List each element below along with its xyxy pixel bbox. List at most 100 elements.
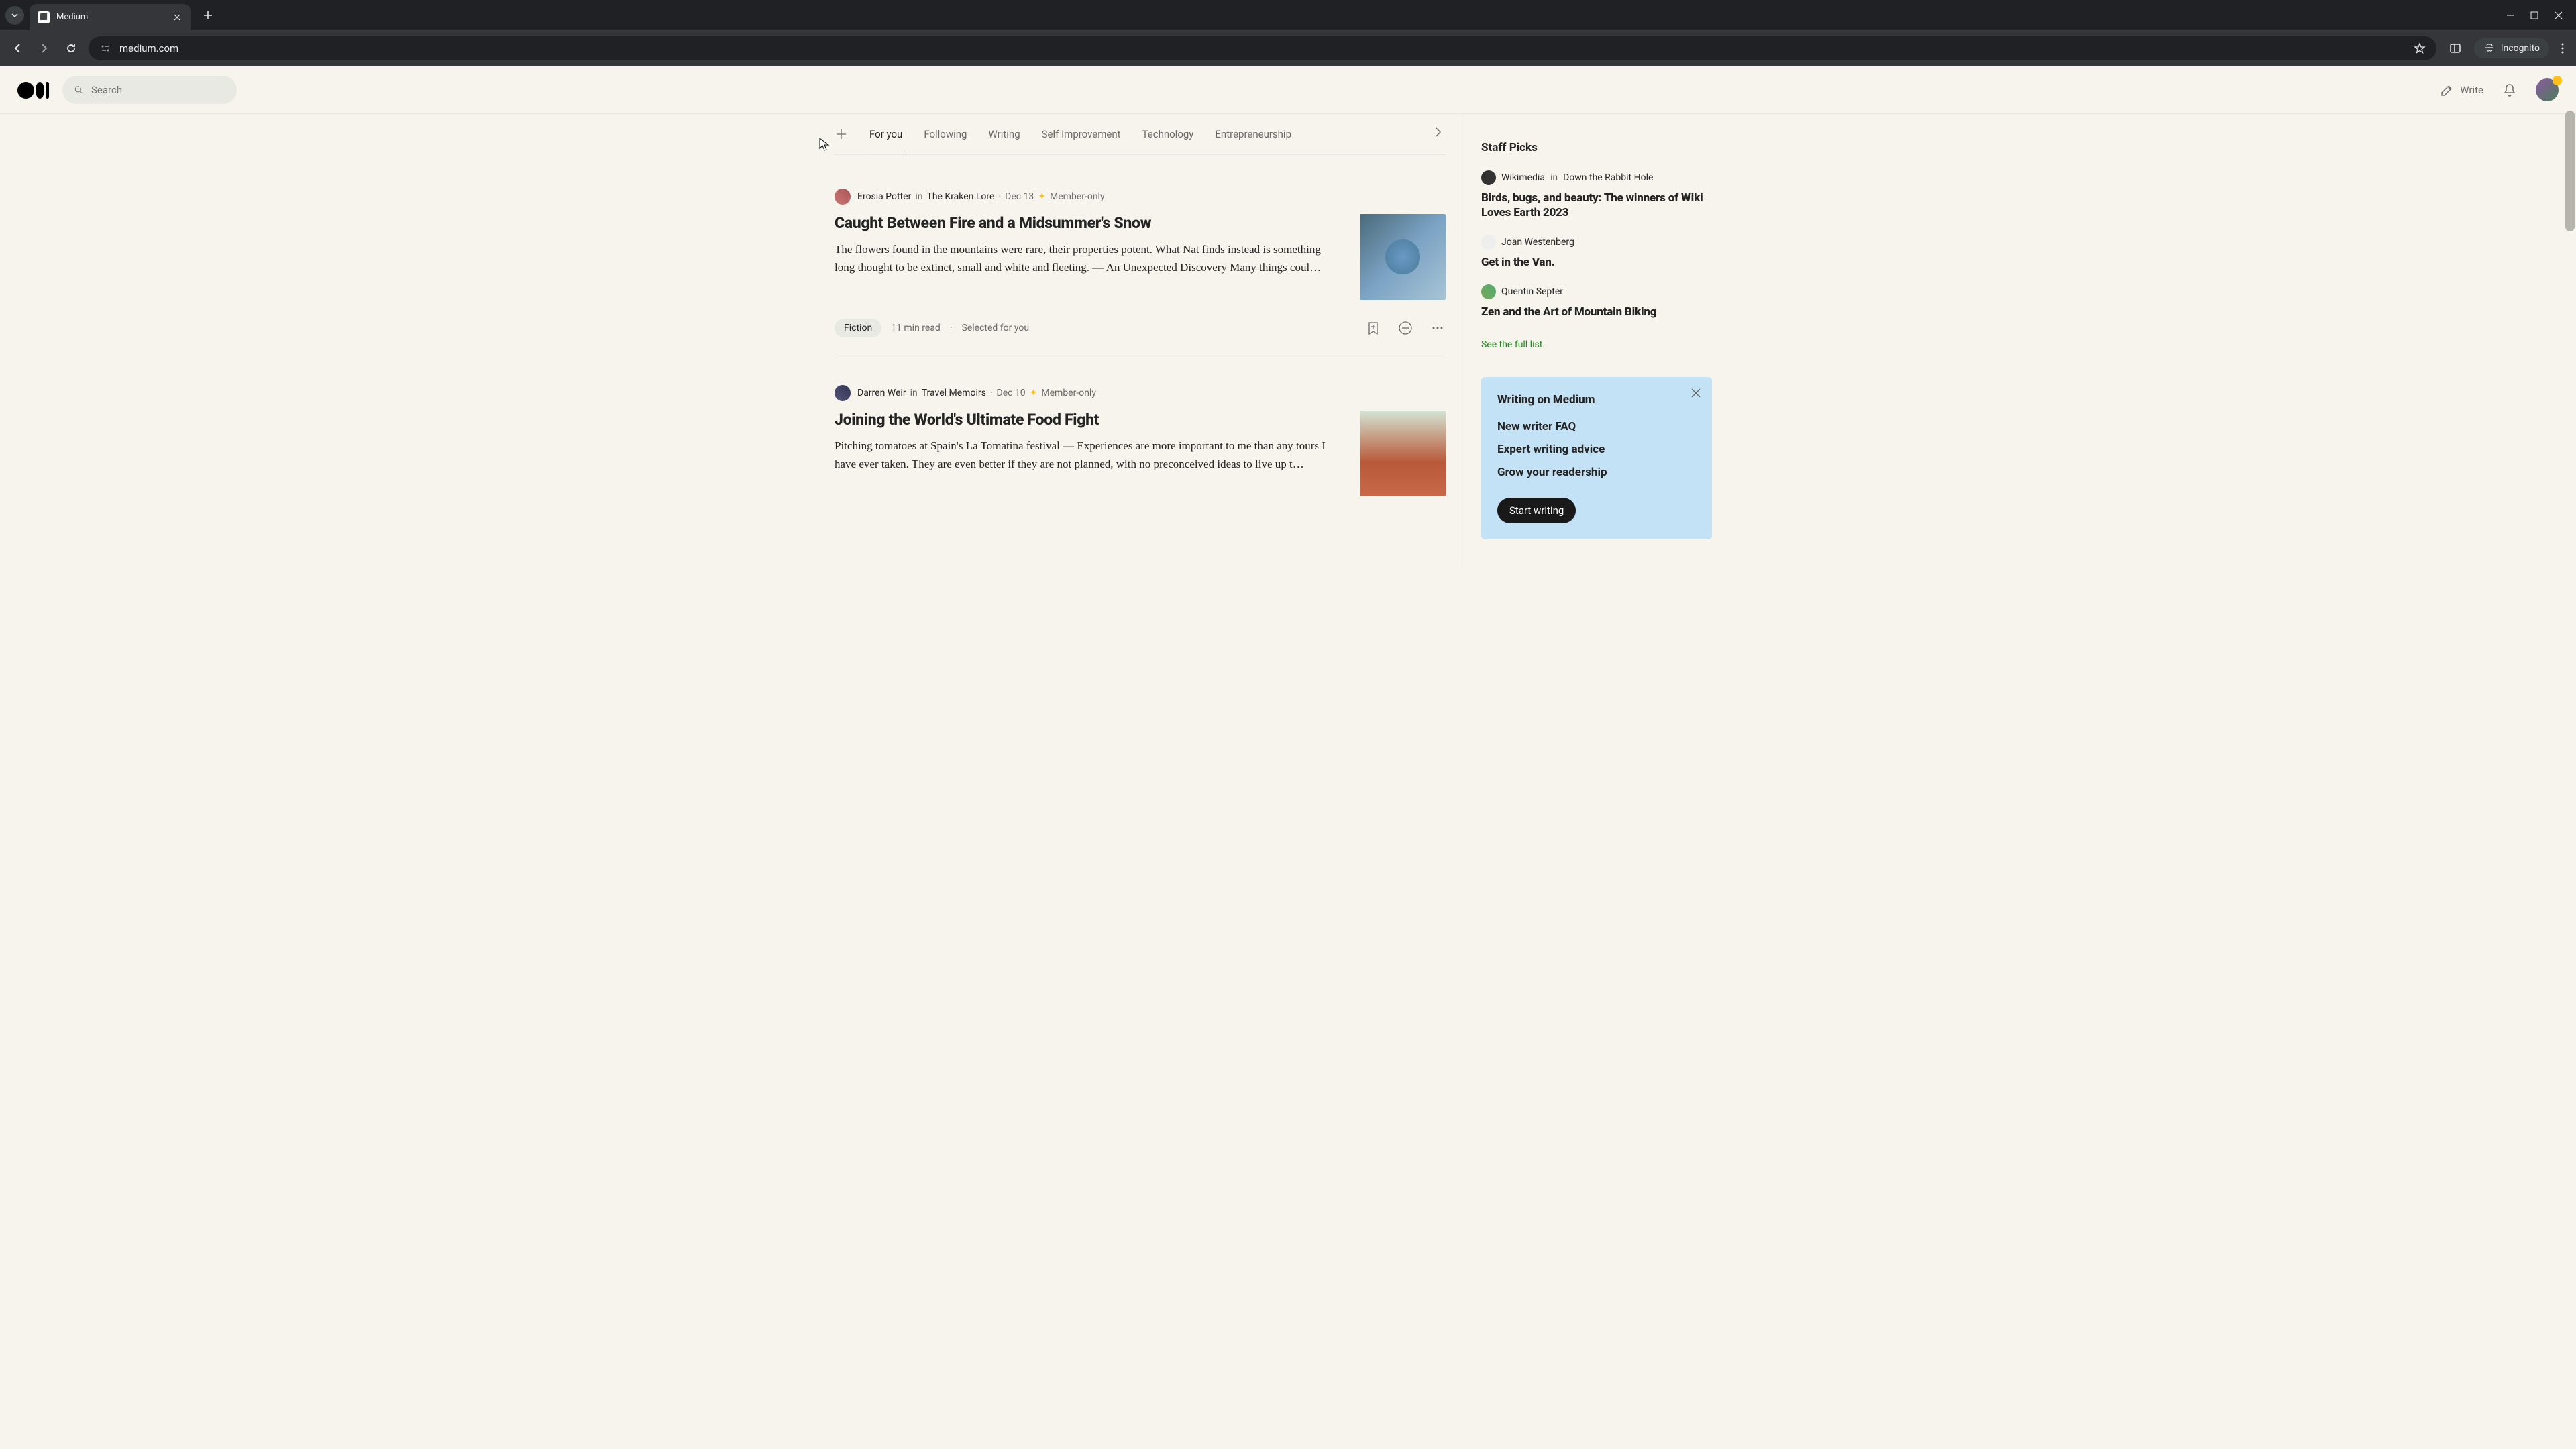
close-icon [1690,388,1701,398]
scrollbar-thumb[interactable] [2565,111,2575,231]
article-actions [1365,320,1446,336]
article-excerpt: The flowers found in the mountains were … [835,240,1333,276]
author-name[interactable]: Darren Weir [857,388,906,398]
tab-following[interactable]: Following [924,128,967,154]
minimize-button[interactable] [2506,11,2514,19]
browser-toolbar: medium.com Incognito [0,30,2576,66]
article-body[interactable]: Caught Between Fire and a Midsummer's Sn… [835,214,1446,300]
staff-pick-item[interactable]: Wikimedia in Down the Rabbit Hole Birds,… [1481,170,1712,220]
search-box[interactable] [62,76,237,104]
promo-link[interactable]: Grow your readership [1497,466,1696,479]
minus-circle-icon [1397,320,1413,336]
article-thumbnail [1360,411,1446,496]
reload-button[interactable] [62,39,80,58]
maximize-button[interactable] [2530,11,2538,19]
incognito-badge[interactable]: Incognito [2474,38,2549,58]
incognito-label: Incognito [2501,43,2540,54]
meta-separator: · [990,388,993,398]
new-tab-button[interactable] [199,6,217,25]
article-body[interactable]: Joining the World's Ultimate Food Fight … [835,411,1446,496]
user-avatar[interactable] [2536,78,2559,101]
add-topic-button[interactable] [835,127,848,154]
tab-search-button[interactable] [5,6,24,25]
incognito-icon [2483,42,2496,54]
content-wrapper: For you Following Writing Self Improveme… [818,114,1758,566]
browser-menu-button[interactable] [2557,42,2568,54]
notifications-button[interactable] [2502,83,2517,97]
meta-separator: · [998,191,1001,202]
article-meta: Erosia Potter in The Kraken Lore · Dec 1… [835,189,1446,205]
pick-author: Quentin Septer [1501,286,1563,297]
back-button[interactable] [8,39,27,58]
article-tag[interactable]: Fiction [835,319,881,337]
pick-author: Joan Westenberg [1501,237,1574,248]
promo-link[interactable]: New writer FAQ [1497,420,1696,433]
search-icon [74,83,83,97]
meta-in: in [915,191,922,202]
meta-in: in [910,388,918,398]
article-thumbnail [1360,214,1446,300]
tab-for-you[interactable]: For you [869,128,902,154]
forward-button[interactable] [35,39,54,58]
site-header: Write [0,66,2576,114]
pick-title: Zen and the Art of Mountain Biking [1481,305,1712,319]
author-avatar[interactable] [835,385,851,401]
address-bar[interactable]: medium.com [89,36,2436,60]
article-date: Dec 13 [1005,191,1034,202]
member-only-label: Member-only [1041,388,1096,398]
start-writing-button[interactable]: Start writing [1497,498,1576,523]
tab-fade-overlay [1385,114,1426,154]
article-title: Caught Between Fire and a Midsummer's Sn… [835,214,1333,233]
site-settings-icon[interactable] [99,42,111,54]
pick-avatar [1481,284,1496,299]
promo-close-button[interactable] [1690,388,1701,398]
medium-logo[interactable] [17,82,49,99]
feed: Erosia Potter in The Kraken Lore · Dec 1… [835,155,1446,517]
header-right: Write [2440,78,2559,101]
article-excerpt: Pitching tomatoes at Spain's La Tomatina… [835,437,1333,473]
feed-tabs: For you Following Writing Self Improveme… [835,114,1446,155]
pick-title: Get in the Van. [1481,255,1712,270]
bookmark-star-icon[interactable] [2414,42,2426,54]
publication-name[interactable]: Travel Memoirs [922,388,986,398]
selected-for-you: Selected for you [962,323,1030,333]
tab-scroll-right-button[interactable] [1431,125,1446,140]
close-window-button[interactable] [2555,11,2563,19]
author-name[interactable]: Erosia Potter [857,191,911,202]
tab-writing[interactable]: Writing [988,128,1020,154]
member-star-icon: ✦ [1038,191,1046,202]
tab-title: Medium [56,12,165,22]
article-date: Dec 10 [997,388,1026,398]
promo-title: Writing on Medium [1497,393,1696,407]
write-button[interactable]: Write [2440,83,2483,97]
publication-name[interactable]: The Kraken Lore [926,191,994,202]
tab-technology[interactable]: Technology [1142,128,1194,154]
staff-picks-heading: Staff Picks [1481,141,1712,154]
browser-tab[interactable]: ⬛ Medium [30,4,191,31]
staff-pick-item[interactable]: Quentin Septer Zen and the Art of Mounta… [1481,284,1712,319]
pick-in: in [1550,172,1558,183]
tab-entrepreneurship[interactable]: Entrepreneurship [1215,128,1291,154]
member-star-icon: ✦ [1030,388,1038,398]
tab-self-improvement[interactable]: Self Improvement [1042,128,1121,154]
bell-icon [2502,83,2517,97]
save-button[interactable] [1365,320,1381,336]
pick-publication: Down the Rabbit Hole [1563,172,1653,183]
more-button[interactable] [1430,320,1446,336]
pick-title: Birds, bugs, and beauty: The winners of … [1481,191,1712,220]
promo-link[interactable]: Expert writing advice [1497,443,1696,456]
author-avatar[interactable] [835,189,851,205]
write-icon [2440,83,2455,97]
bookmark-icon [1365,320,1381,336]
url-text: medium.com [119,42,2406,54]
show-less-button[interactable] [1397,320,1413,336]
staff-pick-item[interactable]: Joan Westenberg Get in the Van. [1481,235,1712,270]
article-title: Joining the World's Ultimate Food Fight [835,411,1333,430]
window-controls [2506,11,2576,19]
tab-close-button[interactable] [172,12,182,23]
search-input[interactable] [91,84,225,96]
tab-bar: ⬛ Medium [0,0,2576,30]
see-full-list-link[interactable]: See the full list [1481,339,1542,350]
pick-meta: Wikimedia in Down the Rabbit Hole [1481,170,1712,185]
side-panel-button[interactable] [2445,38,2466,59]
